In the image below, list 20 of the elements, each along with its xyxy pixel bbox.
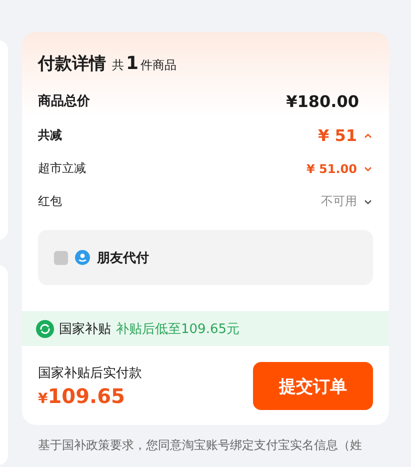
payment-amount: ¥109.65 (38, 384, 126, 408)
subsidy-note: 补贴后低至109.65元 (116, 320, 240, 338)
row-label: 商品总价 (38, 92, 91, 110)
submit-order-button[interactable]: 提交订单 (253, 362, 373, 410)
row-label: 超市立减 (38, 160, 87, 177)
row-value: ¥180.00 (286, 92, 359, 110)
checkbox[interactable] (54, 250, 68, 264)
friend-pay-label: 朋友代付 (97, 250, 149, 266)
section-title: 付款详情 (38, 53, 106, 75)
subsidy-icon (36, 320, 54, 338)
item-count: 共 1 件商品 (112, 53, 177, 74)
row-value: ¥ 51 (318, 126, 357, 145)
person-icon (75, 250, 90, 265)
payment-label: 国家补贴后实付款 (38, 365, 142, 382)
row-value: ¥ 51.00 (306, 162, 357, 176)
row-value: 不可用 (321, 193, 357, 210)
notice-text: 基于国补政策要求，您同意淘宝账号绑定支付宝实名信息（姓 (38, 437, 363, 454)
row-label: 共减 (38, 127, 63, 144)
row-label: 红包 (38, 193, 63, 210)
subsidy-label: 国家补贴 (59, 320, 111, 338)
